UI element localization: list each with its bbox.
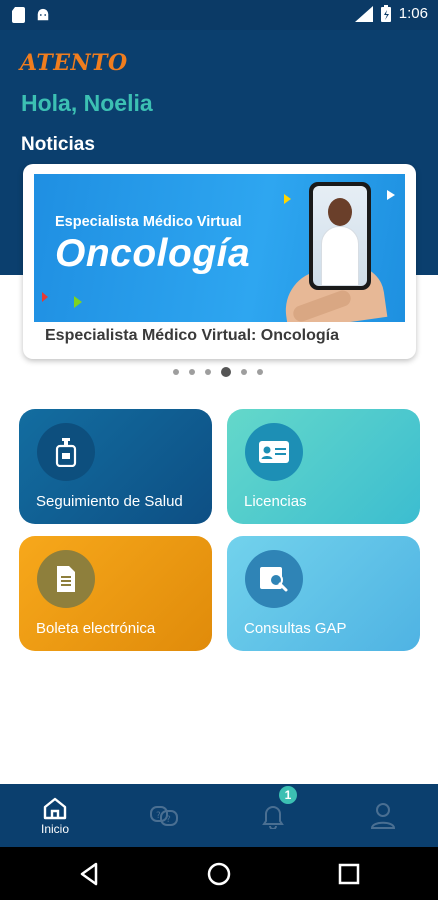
pager-dot[interactable]: [241, 369, 247, 375]
sd-card-icon: [12, 7, 25, 23]
tile-consultas-gap[interactable]: Consultas GAP: [227, 536, 420, 651]
home-icon: [43, 797, 67, 819]
android-icon: [37, 8, 49, 21]
bell-icon: [262, 805, 284, 829]
chat-help-icon: ??: [150, 805, 178, 826]
tile-label: Boleta electrónica: [36, 620, 156, 637]
home-circle-icon[interactable]: [206, 861, 232, 887]
play-arrow-icon: [387, 190, 395, 200]
user-icon: [370, 802, 396, 829]
greeting-text: Hola, Noelia: [21, 90, 153, 116]
pager-dot[interactable]: [189, 369, 195, 375]
nav-label: Inicio: [40, 821, 69, 836]
news-caption: Especialista Médico Virtual: Oncología: [45, 327, 340, 344]
nav-notifications[interactable]: 1: [233, 784, 313, 847]
bottom-nav: Inicio ?? 1: [0, 784, 438, 847]
atento-logo: ATENTO: [20, 50, 128, 76]
news-section-title: Noticias: [21, 134, 95, 155]
phone-doctor-illustration: [309, 182, 371, 290]
pager-dot[interactable]: [205, 369, 211, 375]
tile-boleta-electronica[interactable]: Boleta electrónica: [19, 536, 212, 651]
document-icon: [37, 550, 95, 608]
tile-label: Licencias: [244, 493, 307, 510]
battery-icon: [380, 5, 391, 22]
nav-profile[interactable]: [343, 784, 423, 847]
status-time: 1:06: [398, 5, 428, 22]
tile-label: Seguimiento de Salud: [36, 493, 183, 510]
svg-text:?: ?: [166, 815, 171, 825]
banner-subtitle: Especialista Médico Virtual: [55, 214, 242, 230]
pager-dot[interactable]: [257, 369, 263, 375]
pager-dot[interactable]: [173, 369, 179, 375]
search-document-icon: [245, 550, 303, 608]
carousel-pager: [173, 367, 263, 377]
android-nav-bar: [0, 847, 438, 900]
signal-icon: [354, 5, 373, 22]
nav-inicio[interactable]: Inicio: [15, 784, 95, 847]
hand-sanitizer-icon: [37, 423, 95, 481]
recents-icon[interactable]: [336, 861, 362, 887]
tile-seguimiento-salud[interactable]: Seguimiento de Salud: [19, 409, 212, 524]
svg-text:?: ?: [156, 811, 161, 821]
pager-dot-active[interactable]: [221, 367, 231, 377]
banner-title: Oncología: [55, 232, 251, 275]
status-bar: 1:06: [0, 0, 438, 30]
back-icon[interactable]: [76, 861, 102, 887]
tile-licencias[interactable]: Licencias: [227, 409, 420, 524]
id-card-icon: [245, 423, 303, 481]
tile-label: Consultas GAP: [244, 620, 347, 637]
news-banner-image: Especialista Médico Virtual Oncología: [34, 174, 405, 322]
notification-badge: 1: [279, 786, 297, 804]
nav-chat-help[interactable]: ??: [124, 784, 204, 847]
news-card[interactable]: Especialista Médico Virtual Oncología Es…: [23, 164, 416, 359]
